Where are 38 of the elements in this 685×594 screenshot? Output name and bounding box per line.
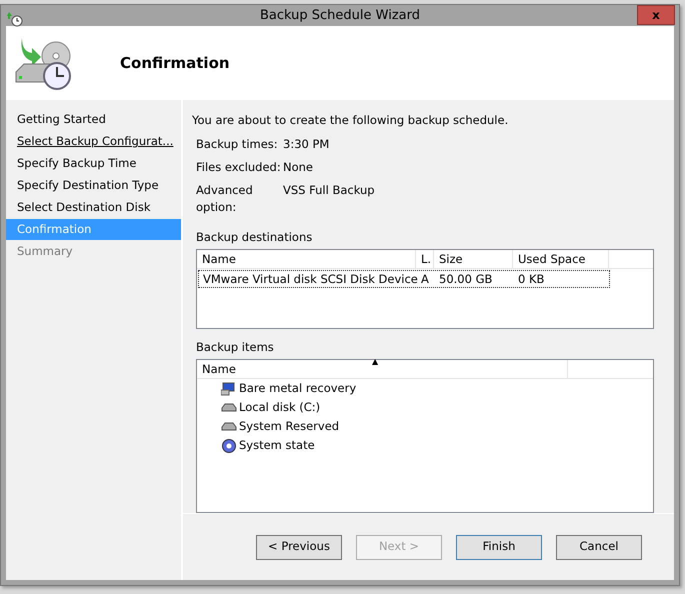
wizard-step[interactable]: Specify Destination Type [6,175,181,196]
intro-text: You are about to create the following backup schedule. [192,112,510,130]
summary-label: Backup times: [196,136,279,152]
table-cell-text: VMware Virtual disk SCSI Disk Device [202,270,416,288]
destinations-list[interactable]: Name L. Size Used Space VMware Virtual disk SCSI Disk Device A 50.00 GB 0 KB [196,248,654,329]
wizard-button[interactable]: Finish [456,534,542,560]
computer-icon [221,380,237,396]
items-list[interactable]: Name ▲ Bare metal recovery Local disk (C:) System Reserved System state [196,359,654,513]
backup-item[interactable]: Bare metal recovery [239,380,356,398]
group-label: Backup destinations [196,228,314,246]
wizard-button[interactable]: Cancel [556,534,642,560]
wizard-button[interactable]: < Previous [256,534,342,560]
window-title: Backup Schedule Wizard [260,6,420,25]
wizard-step[interactable]: Getting Started [6,109,181,130]
table-cell-text: A [420,270,430,288]
sort-arrow: ▲ [372,356,378,368]
wizard-step[interactable]: Specify Backup Time [6,153,181,174]
page-title: Confirmation [120,54,230,72]
column-header[interactable]: Name [197,250,416,268]
summary-label: Advanced option: [196,182,254,216]
table-row[interactable]: VMware Virtual disk SCSI Disk Device A 50.00 GB 0 KB [198,270,610,288]
wizard-step[interactable]: Select Backup Configurat... [6,131,181,152]
backup-item[interactable]: System state [239,436,315,454]
column-header[interactable]: Size [434,250,513,268]
column-header[interactable]: Used Space [513,250,609,268]
column-header[interactable]: L. [416,250,434,268]
summary-value: VSS Full Backup [283,182,376,199]
backup-item[interactable]: Local disk (C:) [239,398,320,416]
column-header[interactable]: Name [202,362,236,376]
group-label: Backup items [196,338,275,356]
summary-value: 3:30 PM [283,136,330,152]
backup-item[interactable]: System Reserved [239,418,340,436]
table-cell-text: 0 KB [517,270,546,288]
table-cell-text: 50.00 GB [438,270,494,288]
summary-label: Files excluded: [196,158,282,176]
summary-value: None [283,158,314,176]
wizard-step[interactable]: Select Destination Disk [6,197,181,218]
close-button[interactable]: x [637,5,675,25]
